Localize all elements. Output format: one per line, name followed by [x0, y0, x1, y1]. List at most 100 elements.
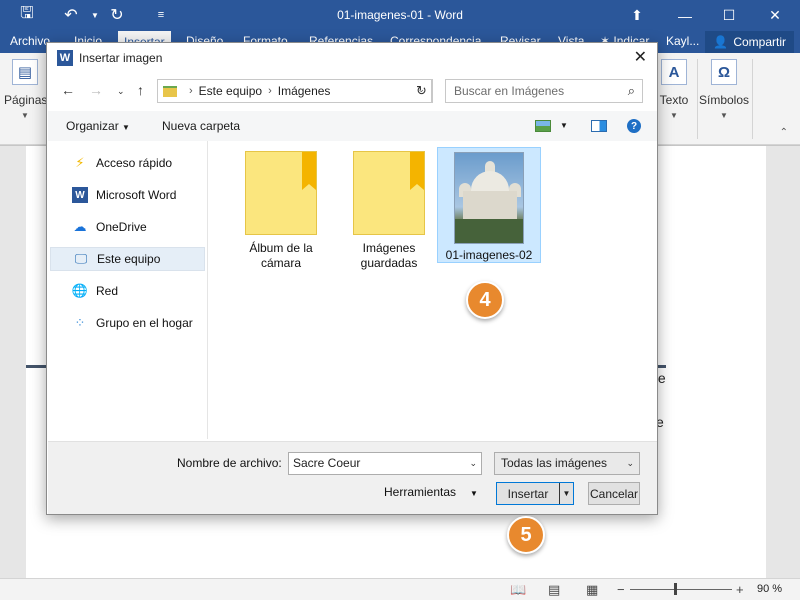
- share-label: Compartir: [733, 35, 786, 49]
- breadcrumb-imagenes[interactable]: Imágenes: [278, 84, 331, 98]
- omega-icon: Ω: [711, 59, 737, 85]
- search-placeholder: Buscar en Imágenes: [454, 84, 565, 98]
- zoom-slider-thumb[interactable]: [674, 583, 677, 595]
- file-item-imagenes-guardadas[interactable]: Imágenes guardadas: [337, 145, 441, 271]
- folder-icon: [353, 151, 425, 235]
- filename-value: Sacre Coeur: [293, 456, 361, 470]
- print-layout-icon[interactable]: ▤: [548, 582, 560, 598]
- image-thumbnail: [454, 152, 524, 244]
- web-layout-icon[interactable]: ▦: [586, 582, 598, 598]
- chevron-down-icon[interactable]: ⌄: [469, 458, 477, 469]
- file-label: Álbum de la cámara: [249, 241, 313, 270]
- nav-item-label: OneDrive: [96, 220, 147, 234]
- file-item-album-camara[interactable]: Álbum de la cámara: [229, 145, 333, 271]
- chevron-down-icon: ⌄: [626, 458, 634, 468]
- address-bar[interactable]: › Este equipo › Imágenes ⌄: [157, 79, 432, 103]
- file-label: Imágenes guardadas: [360, 241, 418, 270]
- zoom-out-icon[interactable]: −: [617, 582, 625, 597]
- recent-locations-icon[interactable]: ⌄: [117, 86, 125, 97]
- view-dropdown-icon[interactable]: ▼: [560, 121, 568, 130]
- dialog-close-icon[interactable]: ✕: [634, 47, 647, 67]
- filetype-select[interactable]: Todas las imágenes ⌄: [494, 452, 640, 475]
- dialog-title: Insertar imagen: [79, 51, 163, 65]
- insert-image-dialog: W Insertar imagen ✕ ← → ⌄ ↑ › Este equip…: [46, 42, 658, 515]
- insert-label: Insertar: [507, 486, 549, 501]
- minimize-button[interactable]: —: [662, 0, 708, 31]
- chevron-right-icon: ›: [189, 85, 193, 97]
- ribbon-display-icon[interactable]: ⬆: [614, 0, 660, 31]
- organize-button[interactable]: Organizar ▼: [66, 119, 130, 133]
- user-name[interactable]: Kayl...: [666, 34, 699, 48]
- page-icon: ▤: [12, 59, 38, 85]
- chevron-down-icon: ▼: [470, 489, 478, 498]
- help-icon[interactable]: ?: [627, 119, 641, 133]
- forward-icon[interactable]: →: [89, 82, 103, 98]
- text-icon: A: [661, 59, 687, 85]
- title-bar: 🖫 ↶ ▼ ↻ ≡ 01-imagenes-01 - Word ⬆ — ☐ ✕: [0, 0, 800, 31]
- refresh-icon[interactable]: ↻: [411, 79, 433, 103]
- insert-button[interactable]: Insertar ▼: [496, 482, 574, 505]
- back-icon[interactable]: ←: [61, 82, 75, 98]
- zoom-in-icon[interactable]: +: [736, 582, 744, 597]
- close-button[interactable]: ✕: [752, 0, 798, 31]
- organize-label: Organizar: [66, 119, 119, 133]
- navigation-pane: ⚡ Acceso rápido W Microsoft Word ☁ OneDr…: [48, 141, 208, 439]
- ribbon-separator: [752, 59, 753, 139]
- step-callout-4: 4: [466, 281, 504, 319]
- network-icon: 🌐: [71, 283, 89, 298]
- chevron-down-icon: ▼: [670, 111, 678, 120]
- filename-input[interactable]: Sacre Coeur ⌄: [288, 452, 482, 475]
- nav-item-este-equipo[interactable]: 🖵 Este equipo: [50, 247, 205, 271]
- dialog-footer: Nombre de archivo: Sacre Coeur ⌄ Todas l…: [48, 441, 657, 514]
- cancel-button[interactable]: Cancelar: [588, 482, 640, 505]
- chevron-right-icon: ›: [268, 85, 272, 97]
- navigation-row: ← → ⌄ ↑ › Este equipo › Imágenes ⌄ ↻ Bus…: [47, 75, 657, 107]
- word-icon: W: [72, 187, 88, 203]
- collapse-ribbon-icon[interactable]: ⌃: [780, 127, 788, 138]
- nav-item-label: Grupo en el hogar: [96, 316, 193, 330]
- zoom-slider[interactable]: [630, 589, 732, 590]
- ribbon-group-paginas[interactable]: ▤ Páginas ▼: [4, 59, 48, 120]
- command-bar: Organizar ▼ Nueva carpeta ▼ ?: [48, 111, 657, 141]
- nav-item-label: Acceso rápido: [96, 156, 173, 170]
- tools-button[interactable]: Herramientas ▼: [384, 485, 478, 499]
- nav-item-grupo-hogar[interactable]: ⁘ Grupo en el hogar: [50, 311, 205, 335]
- ribbon-group-label: Texto: [659, 93, 689, 107]
- word-icon: W: [57, 50, 73, 66]
- nav-item-label: Este equipo: [97, 252, 161, 266]
- read-mode-icon[interactable]: 📖: [510, 582, 526, 598]
- file-list: Álbum de la cámara Imágenes guardadas 01…: [209, 141, 657, 439]
- filetype-value: Todas las imágenes: [501, 456, 608, 470]
- preview-pane-icon[interactable]: [591, 120, 607, 132]
- insert-options-dropdown[interactable]: ▼: [559, 483, 573, 504]
- new-folder-button[interactable]: Nueva carpeta: [162, 119, 240, 133]
- maximize-button[interactable]: ☐: [706, 0, 752, 31]
- cloud-icon: ☁: [73, 219, 87, 234]
- tools-label: Herramientas: [384, 485, 457, 499]
- chevron-down-icon: ▼: [122, 123, 130, 132]
- ribbon-group-texto[interactable]: A Texto ▼: [656, 59, 692, 120]
- nav-item-red[interactable]: 🌐 Red: [50, 279, 205, 303]
- file-item-01-imagenes-02[interactable]: 01-imagenes-02: [437, 147, 541, 263]
- folder-icon: [245, 151, 317, 235]
- tab-archivo[interactable]: Archivo: [10, 34, 50, 48]
- nav-item-acceso-rapido[interactable]: ⚡ Acceso rápido: [50, 151, 205, 175]
- breadcrumb-este-equipo[interactable]: Este equipo: [199, 84, 262, 98]
- share-button[interactable]: 👤 Compartir: [705, 31, 794, 53]
- zoom-level[interactable]: 90 %: [757, 583, 782, 595]
- file-label: 01-imagenes-02: [445, 248, 533, 262]
- search-icon: ⌕: [627, 83, 635, 98]
- nav-item-microsoft-word[interactable]: W Microsoft Word: [50, 183, 205, 207]
- nav-item-onedrive[interactable]: ☁ OneDrive: [50, 215, 205, 239]
- ribbon-group-label: Páginas: [4, 93, 48, 107]
- dialog-title-bar: W Insertar imagen ✕: [47, 43, 657, 73]
- up-icon[interactable]: ↑: [137, 82, 144, 98]
- pictures-folder-icon: [163, 85, 177, 97]
- nav-item-label: Red: [96, 284, 119, 298]
- computer-icon: 🖵: [74, 251, 88, 266]
- ribbon-group-simbolos[interactable]: Ω Símbolos ▼: [698, 59, 750, 120]
- search-input[interactable]: Buscar en Imágenes ⌕: [445, 79, 643, 103]
- change-view-icon[interactable]: [535, 120, 551, 132]
- person-icon: 👤: [713, 35, 729, 49]
- homegroup-icon: ⁘: [74, 315, 86, 330]
